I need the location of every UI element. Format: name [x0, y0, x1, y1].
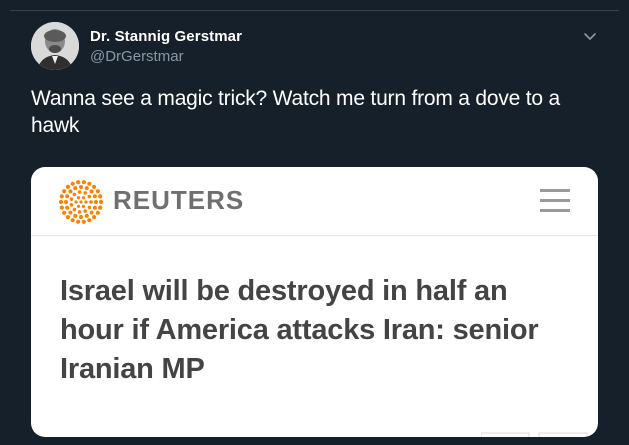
chevron-down-icon[interactable] — [578, 25, 602, 49]
reuters-dot-logo — [58, 179, 104, 225]
user-handle[interactable]: @DrGerstmar — [90, 48, 184, 65]
card-header: REUTERS — [31, 167, 598, 236]
tweet[interactable]: Dr. Stannig Gerstmar @DrGerstmar Wanna s… — [0, 11, 629, 445]
hamburger-menu-icon[interactable] — [540, 189, 570, 213]
card-bottom-tabs — [481, 432, 588, 437]
display-name[interactable]: Dr. Stannig Gerstmar — [90, 28, 242, 45]
tweet-text: Wanna see a magic trick? Watch me turn f… — [31, 87, 561, 137]
link-card[interactable]: REUTERS Israel will be destroyed in half… — [31, 167, 598, 437]
avatar[interactable] — [31, 22, 79, 70]
article-headline[interactable]: Israel will be destroyed in half an hour… — [60, 272, 560, 389]
brand-name: REUTERS — [113, 185, 245, 215]
avatar-portrait-icon — [31, 22, 79, 70]
